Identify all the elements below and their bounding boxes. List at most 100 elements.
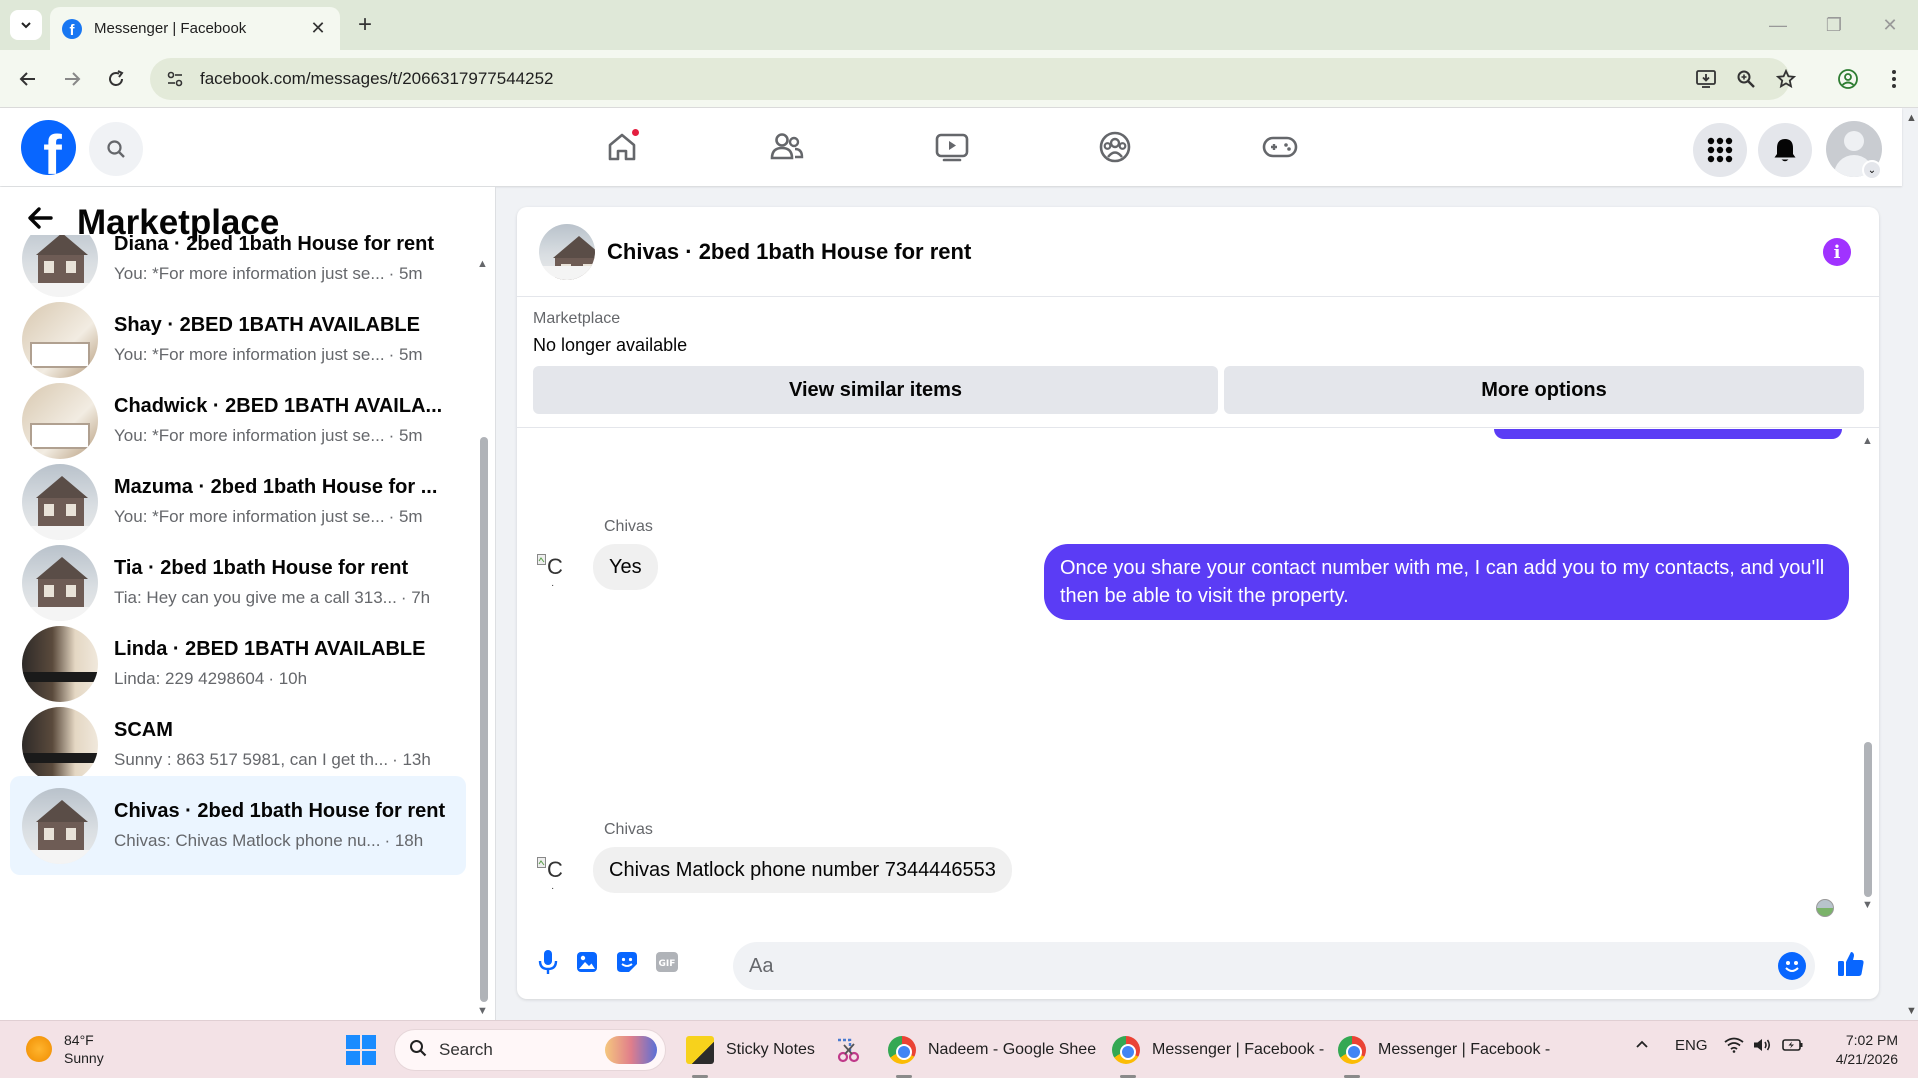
conversation-name: Tia · 2bed 1bath House for rent: [114, 557, 409, 579]
marketplace-sidebar: Diana · 2bed 1bath House for rent You: *F…: [0, 187, 496, 1020]
attach-photo-button[interactable]: [572, 947, 602, 977]
taskbar-app-sticky-notes[interactable]: Sticky Notes: [686, 1031, 815, 1069]
facebook-top-bar: f ⌄: [0, 108, 1902, 186]
taskbar-app-messenger-2[interactable]: Messenger | Facebook -: [1338, 1031, 1550, 1069]
bookmark-star-icon[interactable]: [1768, 61, 1804, 97]
conversation-time: · 5m: [388, 345, 423, 364]
conversation-item[interactable]: Chivas · 2bed 1bath House for rent Chivas…: [10, 776, 466, 875]
chrome-icon: [1112, 1036, 1140, 1064]
message-bubble-incoming[interactable]: Yes: [593, 544, 658, 590]
gif-icon: GIF: [656, 952, 678, 972]
show-hidden-icons-chevron-up-icon[interactable]: [1634, 1037, 1650, 1057]
chat-header: Chivas · 2bed 1bath House for rent i: [517, 207, 1879, 297]
chat-scroll-up-icon[interactable]: ▲: [1862, 435, 1873, 447]
chrome-icon: [1338, 1036, 1366, 1064]
listing-status: No longer available: [533, 335, 688, 355]
sender-avatar[interactable]: C ·: [537, 857, 573, 894]
wifi-icon[interactable]: [1724, 1037, 1744, 1057]
conversation-snippet: You: *For more information just se...: [114, 507, 385, 526]
nav-gaming[interactable]: [1255, 125, 1305, 169]
message-input[interactable]: [733, 942, 1815, 990]
notifications-button[interactable]: [1758, 123, 1812, 177]
sticker-button[interactable]: [612, 947, 642, 977]
windows-start-icon[interactable]: [346, 1035, 376, 1065]
read-receipt-avatar: [1816, 899, 1834, 917]
back-arrow-icon[interactable]: [25, 203, 61, 241]
close-window-button[interactable]: ✕: [1870, 10, 1910, 40]
search-button[interactable]: [89, 122, 143, 176]
conversation-snippet: Sunny : 863 517 5981, can I get th...: [114, 750, 389, 769]
chat-panel: Chivas · 2bed 1bath House for rent i Mar…: [517, 207, 1879, 999]
sticker-icon: [617, 952, 637, 972]
sticky-notes-icon: [686, 1036, 714, 1064]
sidebar-scrollbar[interactable]: [480, 437, 488, 1002]
nav-video[interactable]: [927, 125, 977, 169]
browser-tab-messenger[interactable]: f Messenger | Facebook ✕: [50, 7, 340, 50]
page-scroll-down-icon[interactable]: ▼: [1906, 1005, 1917, 1017]
conversation-snippet: Linda: 229 4298604: [114, 669, 265, 688]
facebook-favicon-icon: f: [62, 18, 82, 39]
weather-widget[interactable]: 84°F Sunny: [26, 1031, 104, 1067]
profile-icon[interactable]: [1830, 61, 1866, 97]
sidebar-scroll-down-icon[interactable]: ▼: [477, 1005, 488, 1017]
conversation-snippet: Tia: Hey can you give me a call 313...: [114, 588, 397, 607]
more-options-button[interactable]: More options: [1224, 366, 1864, 414]
sidebar-scroll-up-icon[interactable]: ▲: [477, 258, 488, 270]
listing-thumbnail: [22, 544, 98, 621]
video-icon: [935, 133, 969, 162]
close-tab-icon[interactable]: ✕: [308, 18, 328, 39]
taskbar-app-messenger-1[interactable]: Messenger | Facebook -: [1112, 1031, 1324, 1069]
zoom-icon[interactable]: [1728, 61, 1764, 97]
account-chevron-down-icon[interactable]: ⌄: [1862, 160, 1882, 180]
arrow-left-icon: [19, 72, 35, 86]
tab-search-button[interactable]: [10, 10, 42, 40]
friends-icon: [770, 133, 804, 160]
gif-button[interactable]: GIF: [652, 947, 682, 977]
taskbar-search-label: Search: [439, 1040, 493, 1059]
taskbar-app-snipping-tool[interactable]: [834, 1031, 874, 1069]
chat-scroll-down-icon[interactable]: ▼: [1862, 899, 1873, 911]
battery-icon[interactable]: [1782, 1037, 1804, 1057]
info-icon[interactable]: i: [1823, 238, 1851, 266]
thumbs-up-icon[interactable]: [1834, 947, 1868, 981]
sun-icon: [26, 1036, 52, 1062]
conversation-thumbnail[interactable]: [539, 223, 595, 280]
menu-button[interactable]: [1693, 123, 1747, 177]
nav-friends[interactable]: [762, 125, 812, 169]
install-app-icon[interactable]: [1688, 61, 1724, 97]
emoji-icon[interactable]: [1778, 952, 1806, 980]
listing-thumbnail: [22, 382, 98, 459]
browser-menu-icon[interactable]: [1876, 61, 1912, 97]
nav-home[interactable]: [597, 125, 647, 169]
voice-clip-button[interactable]: [533, 947, 563, 977]
message-composer: GIF: [517, 932, 1879, 997]
chat-scrollbar[interactable]: [1864, 742, 1872, 897]
site-settings-icon[interactable]: [164, 68, 186, 90]
sender-avatar[interactable]: C ·: [537, 554, 573, 591]
facebook-logo-icon[interactable]: f: [21, 120, 76, 175]
new-tab-button[interactable]: +: [350, 10, 380, 40]
page-scroll-up-icon[interactable]: ▲: [1906, 112, 1917, 124]
address-bar[interactable]: facebook.com/messages/t/2066317977544252: [150, 58, 1790, 100]
nav-groups[interactable]: [1090, 125, 1140, 169]
conversation-snippet: Chivas: Chivas Matlock phone nu...: [114, 831, 381, 850]
chat-title[interactable]: Chivas · 2bed 1bath House for rent: [607, 239, 971, 265]
view-similar-items-button[interactable]: View similar items: [533, 366, 1218, 414]
listing-thumbnail: [22, 301, 98, 378]
sidebar-header: Marketplace: [0, 187, 440, 242]
taskbar-app-google-sheets[interactable]: Nadeem - Google Shee: [888, 1031, 1096, 1069]
back-button[interactable]: [10, 61, 46, 97]
restore-window-button[interactable]: ❐: [1814, 10, 1854, 40]
taskbar-clock[interactable]: 7:02 PM 4/21/2026: [1826, 1031, 1898, 1069]
sidebar-title: Marketplace: [77, 203, 280, 242]
forward-button[interactable]: [54, 61, 90, 97]
volume-icon[interactable]: [1752, 1037, 1772, 1057]
message-bubble-incoming[interactable]: Chivas Matlock phone number 7344446553: [593, 847, 1012, 893]
reload-button[interactable]: [98, 61, 134, 97]
message-sender-name: Chivas: [604, 821, 653, 838]
taskbar-search[interactable]: Search: [394, 1029, 666, 1071]
weather-desc: Sunny: [64, 1050, 104, 1066]
minimize-window-button[interactable]: —: [1758, 10, 1798, 40]
language-indicator[interactable]: ENG: [1675, 1037, 1708, 1054]
message-bubble-outgoing[interactable]: Once you share your contact number with …: [1044, 544, 1849, 620]
